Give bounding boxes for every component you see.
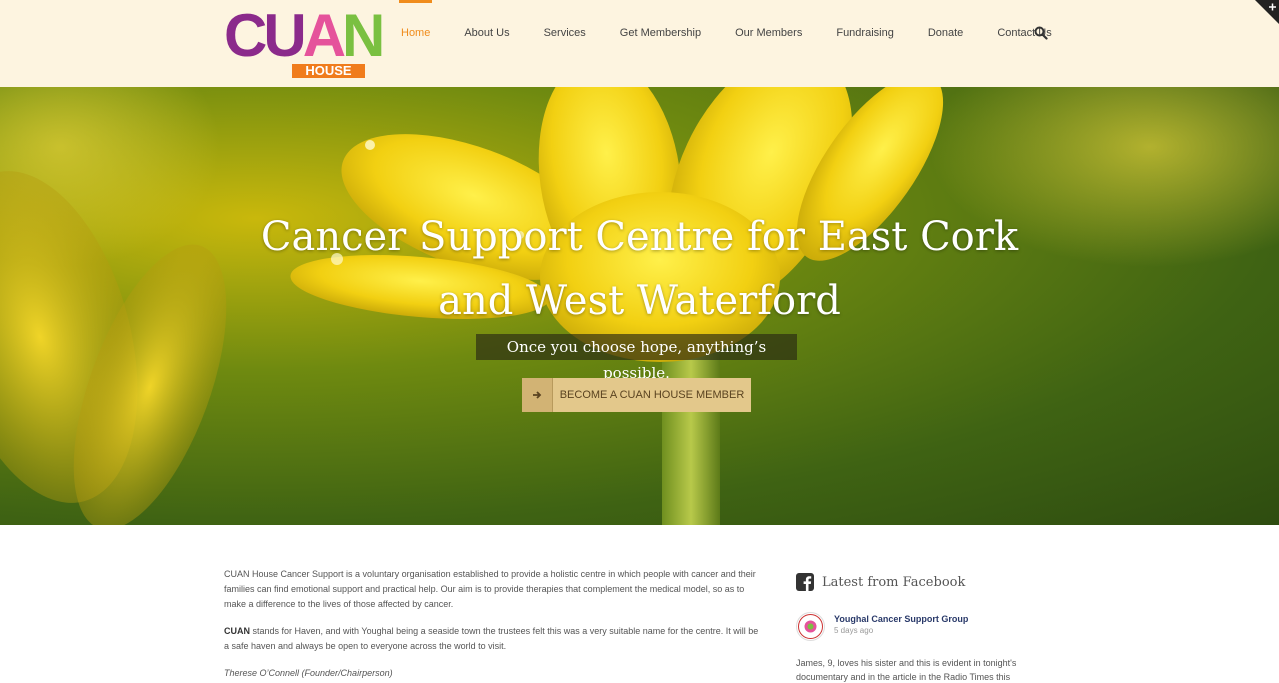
page-avatar[interactable] — [796, 612, 825, 641]
facebook-post-date: 5 days ago — [834, 626, 874, 635]
search-icon[interactable] — [1034, 26, 1048, 40]
intro-paragraph: CUAN House Cancer Support is a voluntary… — [224, 569, 756, 609]
facebook-post-text: James, 9, loves his sister and this is e… — [796, 658, 1017, 682]
nav-our-members[interactable]: Our Members — [718, 0, 819, 67]
facebook-icon — [796, 573, 814, 591]
hero-title: Cancer Support Centre for East Cork and … — [0, 205, 1279, 333]
cuan-meaning-text: stands for Haven, and with Youghal being… — [224, 626, 759, 651]
nav-fundraising[interactable]: Fundraising — [819, 0, 910, 67]
hero-title-line1: Cancer Support Centre for East Cork — [260, 214, 1019, 260]
cuan-meaning-paragraph: CUAN stands for Haven, and with Youghal … — [224, 624, 764, 654]
hero-subtitle: Once you choose hope, anything’s possibl… — [476, 334, 797, 382]
logo-letter-u: U — [263, 2, 306, 69]
nav-get-membership[interactable]: Get Membership — [603, 0, 718, 67]
nav-contact-us[interactable]: Contact Us — [980, 0, 1068, 67]
hero-title-line2: and West Waterford — [438, 278, 841, 324]
facebook-page-name[interactable]: Youghal Cancer Support Group — [834, 612, 968, 626]
hero-banner: Cancer Support Centre for East Cork and … — [0, 87, 1279, 525]
cuan-house-logo[interactable]: C U A N HOUSE — [224, 6, 385, 78]
facebook-widget-heading: Latest from Facebook — [796, 570, 1056, 594]
facebook-post-header: Youghal Cancer Support Group 5 days ago — [796, 612, 968, 641]
logo-letter-c: C — [224, 2, 267, 69]
corner-plus-icon[interactable] — [1255, 0, 1279, 24]
facebook-widget-title: Latest from Facebook — [822, 574, 966, 590]
logo-letter-a: A — [302, 2, 346, 69]
site-header: C U A N HOUSE Home About Us Services Get… — [0, 0, 1279, 87]
logo-house-label: HOUSE — [292, 64, 365, 78]
become-member-label: BECOME A CUAN HOUSE MEMBER — [553, 378, 751, 412]
nav-donate[interactable]: Donate — [911, 0, 980, 67]
intro-section: CUAN House Cancer Support is a voluntary… — [224, 567, 764, 683]
nav-home[interactable]: Home — [384, 0, 447, 67]
facebook-widget: Latest from Facebook Youghal Cancer Supp… — [796, 570, 1056, 682]
nav-about-us[interactable]: About Us — [447, 0, 526, 67]
logo-wordmark: C U A N — [224, 2, 385, 69]
cuan-bold-word: CUAN — [224, 626, 250, 636]
nav-services[interactable]: Services — [527, 0, 603, 67]
become-member-button[interactable]: BECOME A CUAN HOUSE MEMBER — [522, 378, 751, 412]
arrow-right-icon — [522, 378, 553, 412]
main-nav: Home About Us Services Get Membership Ou… — [384, 0, 1069, 67]
logo-letter-n: N — [342, 2, 385, 69]
founder-signature: Therese O’Connell (Founder/Chairperson) — [224, 668, 393, 678]
